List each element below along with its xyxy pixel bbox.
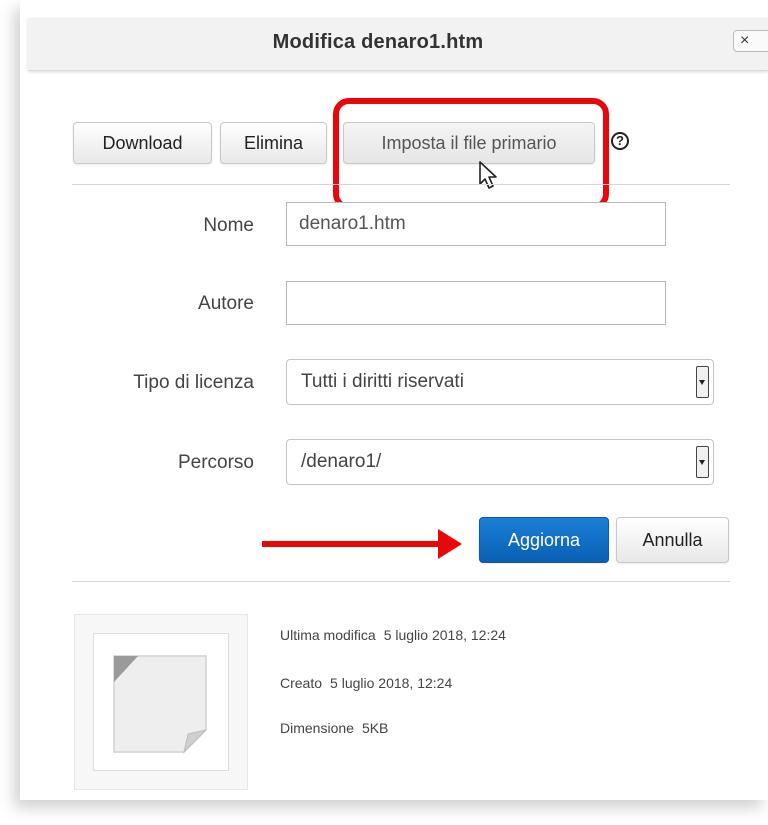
dialog-title: Modifica denaro1.htm (272, 31, 484, 53)
size-value: 5KB (361, 720, 389, 736)
created-info: Creato 5 luglio 2018, 12:24 (280, 675, 452, 691)
size-label: Dimensione (280, 720, 354, 736)
divider (72, 581, 730, 582)
author-field[interactable] (286, 281, 666, 325)
chevron-down-icon (696, 446, 709, 478)
file-icon (113, 655, 208, 754)
file-thumbnail (74, 614, 248, 790)
dialog-titlebar: Modifica denaro1.htm (28, 18, 768, 71)
name-label: Nome (203, 215, 254, 236)
path-label: Percorso (177, 452, 254, 473)
license-label: Tipo di licenza (133, 372, 254, 393)
update-button[interactable]: Aggiorna (479, 517, 609, 563)
name-field[interactable]: denaro1.htm (286, 202, 666, 246)
thumbnail-inner (93, 633, 229, 771)
help-icon[interactable]: ? (611, 132, 629, 150)
path-select[interactable]: /denaro1/ (286, 439, 714, 485)
license-select[interactable]: Tutti i diritti riservati (286, 359, 714, 405)
size-info: Dimensione 5KB (280, 720, 388, 736)
created-value: 5 luglio 2018, 12:24 (330, 675, 453, 691)
divider (72, 184, 730, 185)
download-button[interactable]: Download (73, 122, 212, 164)
modified-value: 5 luglio 2018, 12:24 (383, 627, 506, 643)
arrow-annotation-head (438, 529, 462, 559)
cancel-button[interactable]: Annulla (616, 517, 729, 563)
arrow-annotation (262, 541, 442, 547)
author-label: Autore (198, 293, 254, 314)
license-selected-value: Tutti i diritti riservati (301, 371, 464, 392)
close-button[interactable]: × (733, 30, 768, 52)
modified-info: Ultima modifica 5 luglio 2018, 12:24 (280, 627, 506, 643)
path-selected-value: /denaro1/ (301, 451, 382, 472)
modified-label: Ultima modifica (280, 627, 376, 643)
chevron-down-icon (696, 366, 709, 398)
delete-button[interactable]: Elimina (220, 122, 327, 164)
set-primary-highlight (333, 98, 609, 210)
created-label: Creato (280, 675, 323, 691)
